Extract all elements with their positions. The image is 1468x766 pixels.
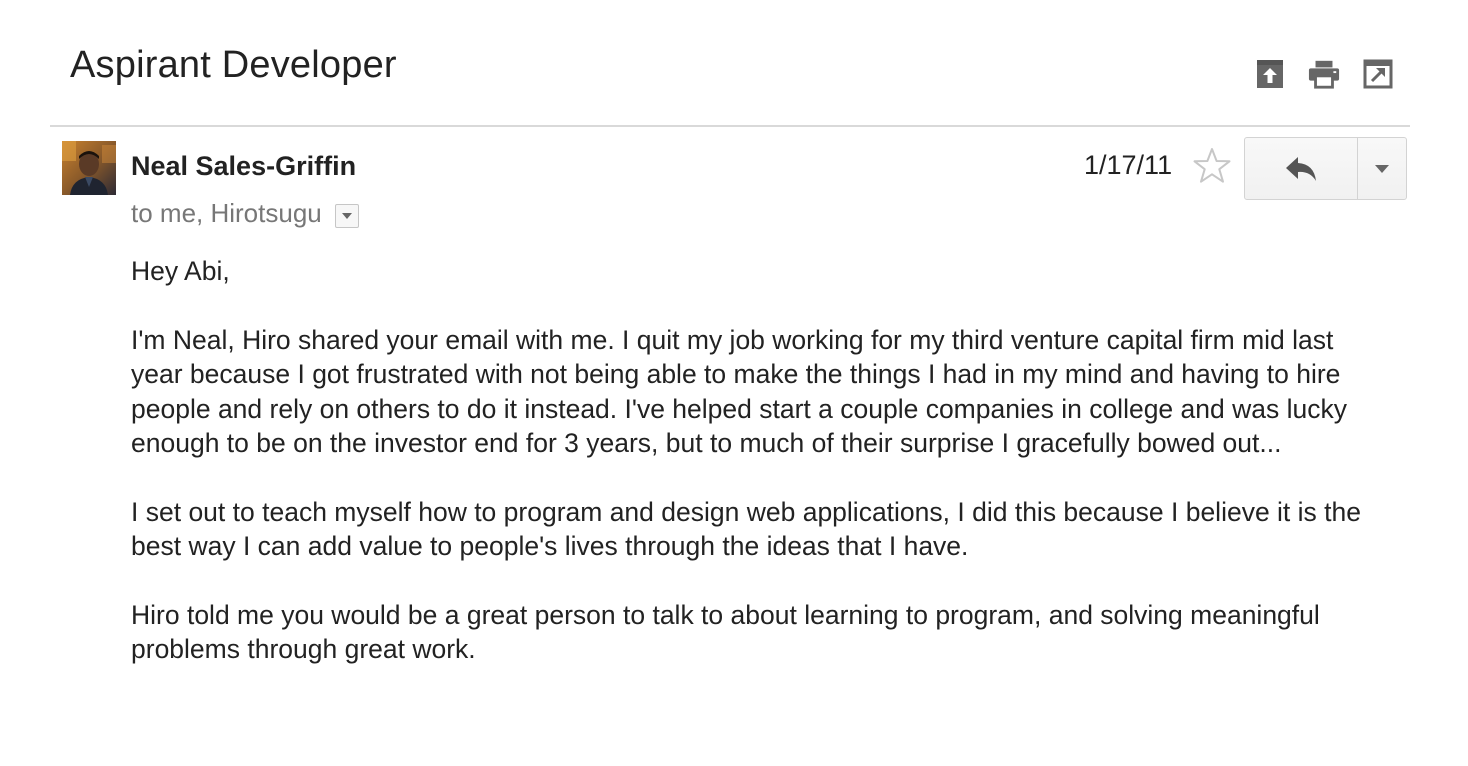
header-divider — [50, 125, 1410, 127]
open-new-window-icon[interactable] — [1362, 58, 1394, 90]
reply-button-group — [1244, 137, 1407, 200]
body-greeting: Hey Abi, — [131, 256, 230, 286]
message-body: Hey Abi, I'm Neal, Hiro shared your emai… — [131, 254, 1391, 701]
caret-down-icon — [341, 212, 352, 219]
star-icon[interactable] — [1192, 146, 1232, 186]
reply-icon — [1286, 156, 1316, 181]
body-paragraph: Hiro told me you would be a great person… — [131, 600, 1328, 665]
print-icon[interactable] — [1308, 58, 1340, 90]
recipients-line: to me, Hirotsugu — [131, 198, 359, 229]
more-actions-button[interactable] — [1358, 138, 1406, 199]
recipients-text: to me, Hirotsugu — [131, 198, 322, 228]
reply-button[interactable] — [1245, 138, 1358, 199]
thread-actions — [1254, 58, 1394, 90]
sender-avatar[interactable] — [62, 141, 116, 195]
message-date: 1/17/11 — [1084, 150, 1173, 180]
sender-name[interactable]: Neal Sales-Griffin — [131, 151, 356, 182]
archive-icon[interactable] — [1254, 58, 1286, 90]
body-paragraph: I set out to teach myself how to program… — [131, 496, 1369, 562]
email-subject: Aspirant Developer — [70, 44, 397, 86]
body-paragraph: I'm Neal, Hiro shared your email with me… — [131, 324, 1355, 459]
show-details-button[interactable] — [334, 203, 359, 228]
chevron-down-icon — [1375, 164, 1389, 173]
